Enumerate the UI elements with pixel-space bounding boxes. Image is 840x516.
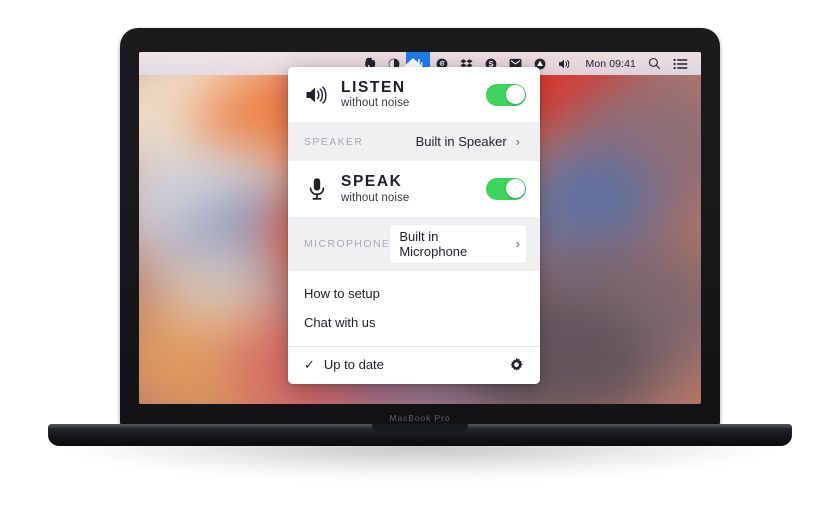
search-icon[interactable] [642,52,667,75]
chevron-right-icon: › [515,236,520,252]
speak-toggle[interactable] [486,177,526,200]
base-notch [372,424,468,433]
microphone-label: MICROPHONE [304,237,391,250]
speaker-icon [304,85,330,105]
microphone-value[interactable]: Built in Microphone › [390,224,526,263]
laptop-lid: Mon 09:41 LISTEN without noise SPEAKER B… [120,28,720,428]
check-icon: ✓ [304,356,315,372]
listen-row[interactable]: LISTEN without noise [288,67,540,123]
chat-with-us-link[interactable]: Chat with us [288,307,540,337]
speak-title: SPEAK [341,173,403,191]
macbook-model-label: MacBook Pro [389,413,451,423]
listen-title: LISTEN [341,79,406,96]
popover-footer: ✓ Up to date [288,346,540,384]
volume-icon[interactable] [552,52,579,75]
listen-toggle[interactable] [486,83,526,106]
speak-row[interactable]: SPEAK without noise [288,161,540,217]
microphone-device-row[interactable]: MICROPHONE Built in Microphone › [288,216,540,271]
laptop-screen: Mon 09:41 LISTEN without noise SPEAKER B… [139,52,701,404]
speak-subtitle: without noise [341,191,410,204]
menubar-clock[interactable]: Mon 09:41 [579,52,642,75]
speaker-label: SPEAKER [304,135,364,148]
update-status-text: Up to date [323,357,384,373]
screenshot-stage: Mon 09:41 LISTEN without noise SPEAKER B… [0,0,840,516]
toggle-knob [505,85,525,105]
control-center-list-icon[interactable] [667,52,694,75]
krisp-popover: LISTEN without noise SPEAKER Built in Sp… [288,67,540,384]
laptop-shadow [60,443,780,479]
popover-links: How to setup Chat with us [288,270,540,346]
how-to-setup-link[interactable]: How to setup [288,278,540,308]
microphone-icon [304,177,330,201]
speaker-value-text: Built in Speaker [415,134,507,150]
microphone-value-text: Built in Microphone [399,228,468,259]
laptop-base [48,424,792,446]
speaker-value[interactable]: Built in Speaker › [407,130,526,153]
listen-subtitle: without noise [341,97,410,110]
gear-icon[interactable] [509,357,524,372]
toggle-knob [505,179,525,199]
speaker-device-row[interactable]: SPEAKER Built in Speaker › [288,122,540,162]
chevron-right-icon: › [515,134,520,150]
